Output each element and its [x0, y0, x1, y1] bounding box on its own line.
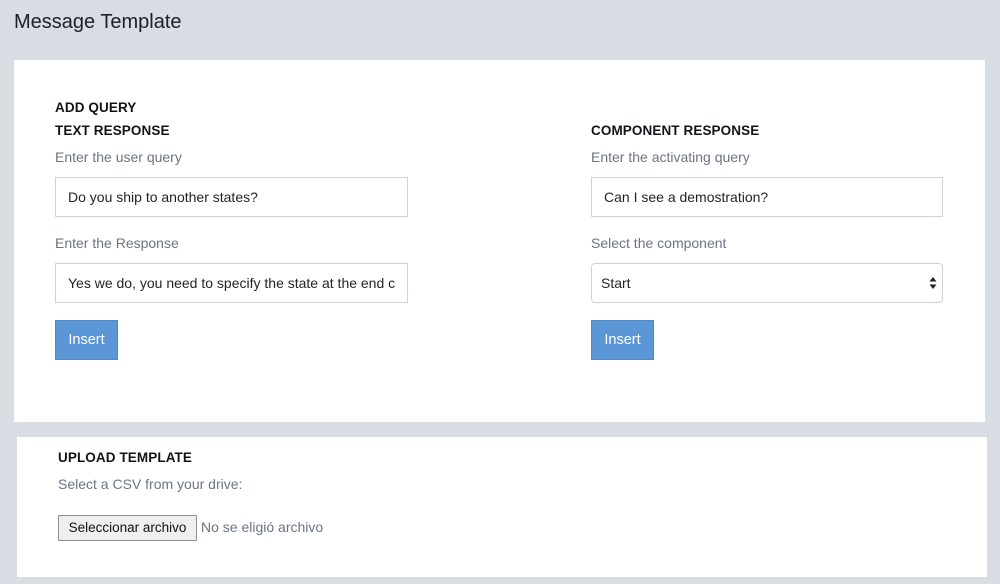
user-query-input[interactable]: Do you ship to another states?: [55, 177, 408, 217]
choose-file-button[interactable]: Seleccionar archivo: [58, 515, 197, 541]
activating-query-label: Enter the activating query: [591, 149, 750, 165]
response-input[interactable]: Yes we do, you need to specify the state…: [55, 263, 408, 303]
user-query-label: Enter the user query: [55, 149, 182, 165]
upload-template-heading: UPLOAD TEMPLATE: [58, 450, 192, 465]
component-select-value: Start: [601, 275, 631, 291]
component-response-insert-button[interactable]: Insert: [591, 320, 654, 360]
page-title: Message Template: [14, 11, 182, 33]
text-response-insert-button[interactable]: Insert: [55, 320, 118, 360]
add-query-card: ADD QUERY TEXT RESPONSE Enter the user q…: [14, 60, 985, 422]
activating-query-input[interactable]: Can I see a demostration?: [591, 177, 943, 217]
add-query-heading: ADD QUERY: [55, 100, 137, 115]
text-response-heading: TEXT RESPONSE: [55, 123, 170, 138]
file-status-text: No se eligió archivo: [201, 519, 324, 535]
response-label: Enter the Response: [55, 235, 179, 251]
component-select[interactable]: Start: [591, 263, 943, 303]
upload-template-card: UPLOAD TEMPLATE Select a CSV from your d…: [17, 437, 987, 577]
component-select-label: Select the component: [591, 235, 727, 251]
component-response-heading: COMPONENT RESPONSE: [591, 123, 760, 138]
csv-select-label: Select a CSV from your drive:: [58, 476, 243, 492]
select-arrows-icon: [929, 277, 937, 289]
